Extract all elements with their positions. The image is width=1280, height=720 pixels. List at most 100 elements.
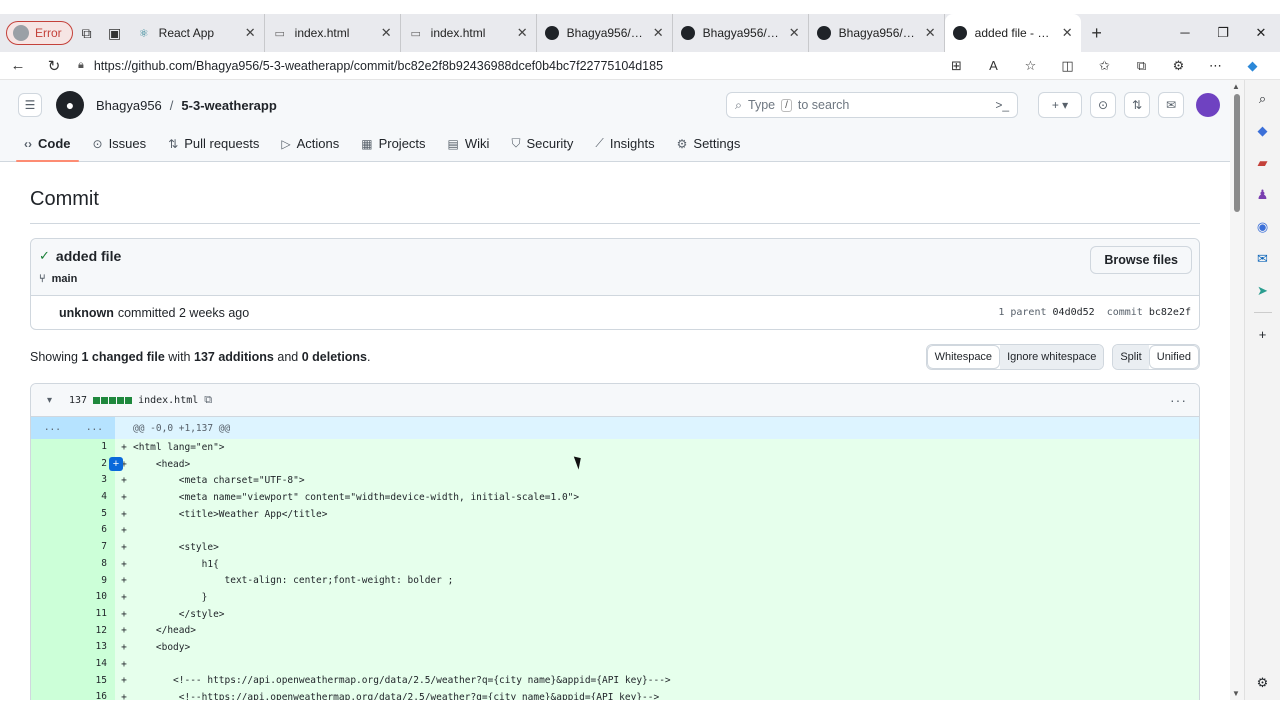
new-line-number[interactable]: 12 [73, 622, 115, 640]
extensions-icon[interactable]: ⚙ [1160, 58, 1197, 74]
ignore-whitespace-button[interactable]: Ignore whitespace [1000, 345, 1104, 369]
sidebar-send-icon[interactable]: ➤ [1253, 280, 1273, 302]
new-line-number[interactable]: 7 [73, 539, 115, 556]
sidebar-copilot-icon[interactable]: ◉ [1253, 216, 1273, 238]
close-tab-icon[interactable]: ✕ [1062, 25, 1073, 41]
split-button[interactable]: Split [1113, 345, 1149, 369]
browser-tab[interactable]: Bhagya956/React1 ✕ [673, 14, 809, 52]
favorites-icon[interactable]: ✩ [1086, 58, 1123, 74]
refresh-icon[interactable]: ↻ [36, 57, 72, 75]
close-tab-icon[interactable]: ✕ [517, 25, 528, 41]
tab-insights[interactable]: ⟋ Insights [587, 136, 662, 161]
addition-marker: + [121, 541, 127, 553]
command-palette-icon[interactable]: >_ [995, 98, 1009, 112]
url-field[interactable]: 🔒︎ https://github.com/Bhagya956/5-3-weat… [78, 59, 908, 73]
browser-tab[interactable]: Bhagya956/5-3-we ✕ [809, 14, 945, 52]
commit-author[interactable]: unknown [59, 306, 114, 320]
scroll-thumb[interactable] [1234, 94, 1240, 212]
copilot-icon[interactable]: ◆ [1234, 58, 1271, 74]
close-tab-icon[interactable]: ✕ [925, 25, 936, 41]
restore-icon[interactable]: ❐ [1204, 25, 1242, 41]
apps-icon[interactable]: ⊞ [938, 58, 975, 74]
tab-actions-icon[interactable]: ▣ [101, 19, 129, 47]
close-tab-icon[interactable]: ✕ [381, 25, 392, 41]
sidebar-settings-icon[interactable]: ⚙ [1253, 672, 1273, 694]
split-screen-icon[interactable]: ◫ [1049, 58, 1086, 74]
profile-button[interactable]: Error [6, 21, 73, 45]
new-line-number[interactable]: 10 [73, 589, 115, 606]
tab-pull-requests[interactable]: ⇅ Pull requests [160, 136, 267, 161]
new-line-number[interactable]: 4 [73, 489, 115, 506]
new-line-number[interactable]: 6 [73, 522, 115, 540]
sidebar-toolbox-icon[interactable]: ▰ [1253, 152, 1273, 174]
back-icon[interactable]: ← [0, 57, 36, 74]
favorite-star-icon[interactable]: ☆ [1012, 58, 1049, 74]
new-line-number[interactable]: 13 [73, 639, 115, 656]
new-line-number[interactable]: 5 [73, 505, 115, 523]
tab-security[interactable]: ⛉ Security [503, 136, 581, 161]
tab-wiki[interactable]: ▤ Wiki [440, 136, 498, 161]
expand-up-left[interactable]: ... [31, 417, 73, 439]
sidebar-add-icon[interactable]: + [1253, 323, 1273, 345]
new-line-number[interactable]: 14 [73, 655, 115, 673]
summary-changed[interactable]: 1 changed file [81, 350, 164, 364]
scroll-up-icon[interactable]: ▲ [1232, 82, 1240, 91]
add-comment-button[interactable]: + [109, 456, 123, 471]
close-tab-icon[interactable]: ✕ [245, 25, 256, 41]
search-input[interactable]: ⌕ Type / to search >_ [726, 92, 1018, 118]
page-scrollbar[interactable]: ▲ ▼ [1230, 80, 1244, 700]
new-line-number[interactable]: 15 [73, 672, 115, 690]
inbox-icon[interactable]: ✉ [1158, 92, 1184, 118]
sidebar-outlook-icon[interactable]: ✉ [1253, 248, 1273, 270]
new-line-number[interactable]: 16 [73, 689, 115, 700]
tab-actions[interactable]: ▷ Actions [273, 136, 347, 161]
close-tab-icon[interactable]: ✕ [653, 25, 664, 41]
browse-files-button[interactable]: Browse files [1090, 246, 1192, 274]
branch-label[interactable]: ⑂ main [39, 273, 1191, 285]
menu-icon[interactable]: ☰ [18, 93, 42, 117]
browser-tab[interactable]: Bhagya956/React- ✕ [537, 14, 673, 52]
github-logo-icon[interactable]: ● [56, 91, 84, 119]
code-text: <meta name="viewport" content="width=dev… [133, 491, 580, 503]
repo-owner-link[interactable]: Bhagya956 [96, 98, 162, 113]
unified-button[interactable]: Unified [1148, 345, 1199, 369]
expand-up-right[interactable]: ... [73, 417, 115, 439]
workspaces-icon[interactable]: ⧉ [73, 19, 101, 47]
tab-issues[interactable]: ⊙ Issues [85, 136, 155, 161]
minimize-icon[interactable]: ─ [1166, 25, 1204, 41]
sidebar-games-icon[interactable]: ♟ [1253, 184, 1273, 206]
close-tab-icon[interactable]: ✕ [789, 25, 800, 41]
copy-icon[interactable]: ⧉ [204, 394, 212, 407]
pull-requests-icon[interactable]: ⇅ [1124, 92, 1150, 118]
new-line-number[interactable]: 3 [73, 472, 115, 490]
more-options-icon[interactable]: ··· [1170, 392, 1187, 408]
parent-sha-link[interactable]: 04d0d52 [1053, 307, 1095, 318]
user-avatar[interactable] [1196, 93, 1220, 117]
issues-icon[interactable]: ⊙ [1090, 92, 1116, 118]
chevron-down-icon[interactable]: ▾ [47, 395, 63, 406]
new-line-number[interactable]: 1 [73, 439, 115, 456]
new-tab-button[interactable]: + [1081, 23, 1113, 44]
scroll-down-icon[interactable]: ▼ [1232, 689, 1240, 698]
browser-tab[interactable]: ⚛ React App ✕ [129, 14, 265, 52]
tab-code[interactable]: ‹› Code [16, 136, 79, 162]
browser-tab[interactable]: added file - Bhagya ✕ [944, 14, 1081, 52]
sidebar-search-icon[interactable]: ⌕ [1253, 88, 1273, 110]
repo-name-link[interactable]: 5-3-weatherapp [181, 98, 276, 113]
tab-projects[interactable]: ▦ Projects [353, 136, 433, 161]
browser-tab[interactable]: ▭ index.html ✕ [265, 14, 401, 52]
whitespace-button[interactable]: Whitespace [926, 345, 1001, 369]
collections-icon[interactable]: ⧉ [1123, 58, 1160, 74]
close-window-icon[interactable]: ✕ [1242, 25, 1280, 41]
new-line-number[interactable]: 11 [73, 605, 115, 623]
browser-tab[interactable]: ▭ index.html ✕ [401, 14, 537, 52]
create-new-button[interactable]: + ▾ [1038, 92, 1082, 118]
file-name-link[interactable]: index.html [138, 395, 198, 406]
new-line-number[interactable]: 9 [73, 572, 115, 590]
more-menu-icon[interactable]: ⋯ [1197, 58, 1234, 74]
tab-settings[interactable]: ⚙ Settings [669, 136, 749, 161]
sidebar-tag-icon[interactable]: ◆ [1253, 120, 1273, 142]
new-line-number[interactable]: 8 [73, 555, 115, 573]
read-aloud-icon[interactable]: A [975, 58, 1012, 74]
addition-marker: + [121, 525, 127, 537]
